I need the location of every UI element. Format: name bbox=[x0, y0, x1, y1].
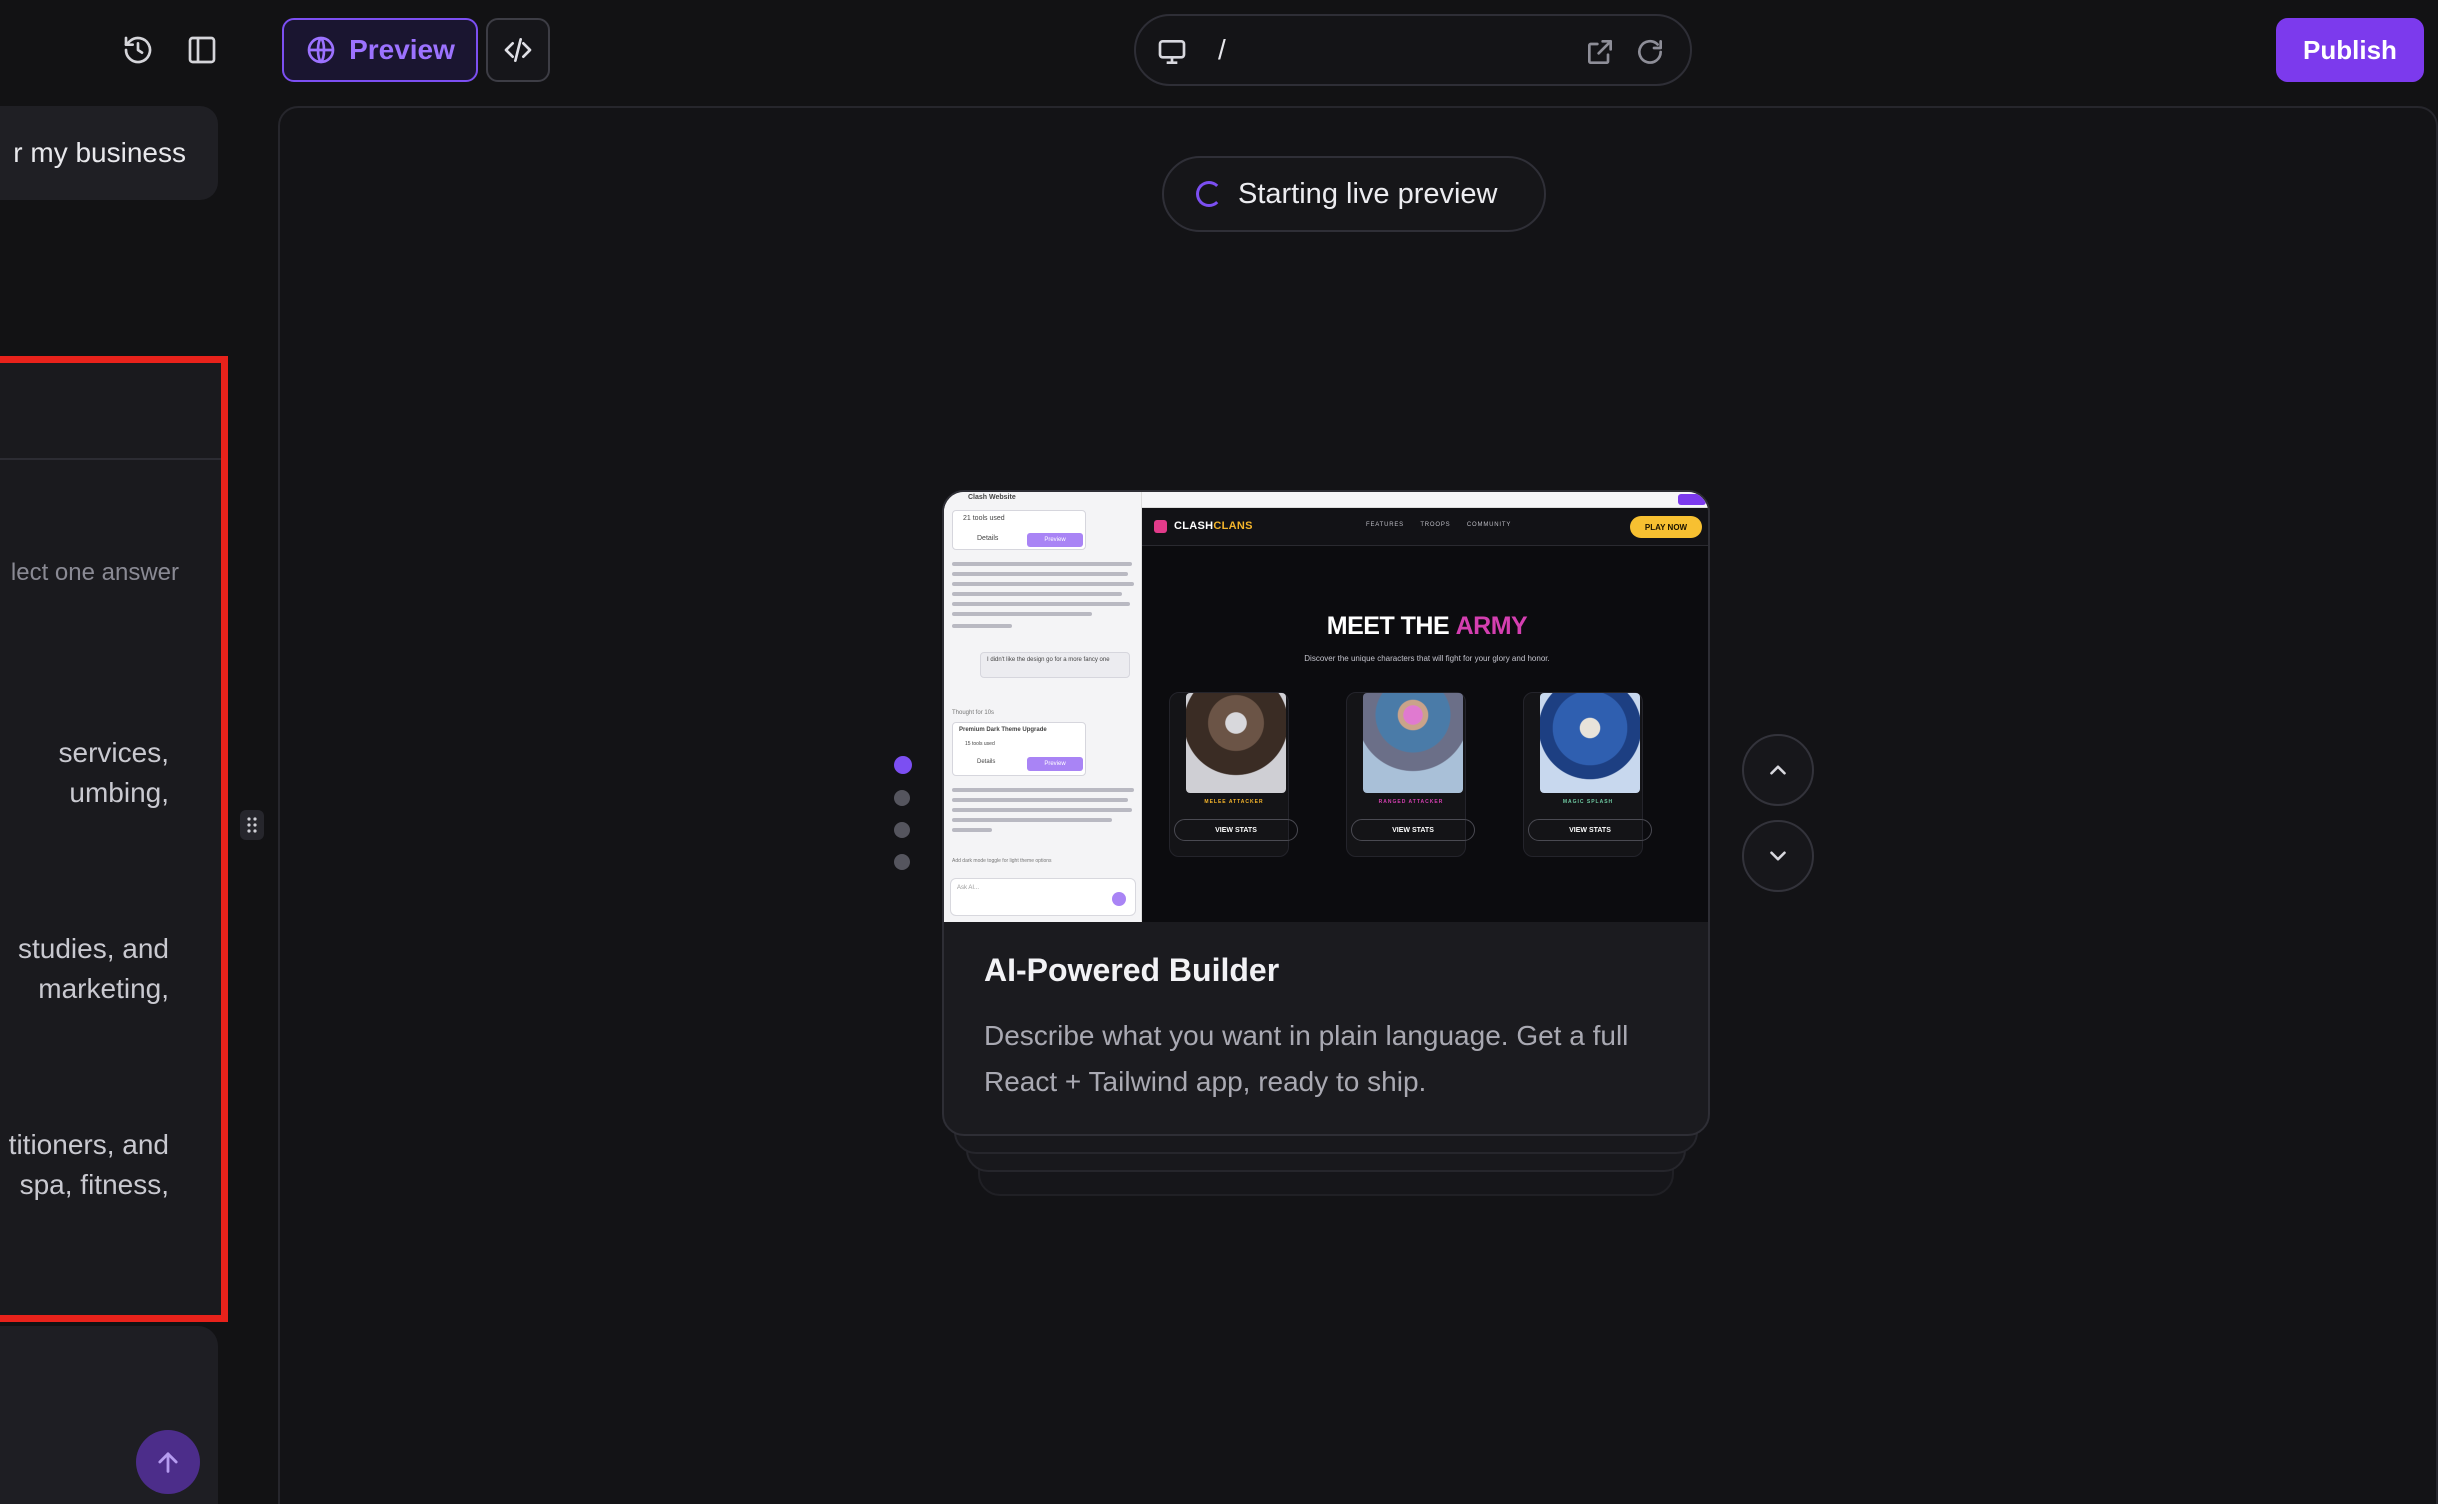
send-button[interactable] bbox=[136, 1430, 200, 1494]
question-card-highlighted: lect one answer services, umbing, studie… bbox=[0, 356, 228, 1322]
user-message-bubble: r my business bbox=[0, 106, 218, 200]
panel-resize-handle[interactable] bbox=[240, 810, 264, 840]
character-name: MAGIC SPLASH bbox=[1562, 799, 1614, 805]
next-slide-button[interactable] bbox=[1742, 820, 1814, 892]
view-stats-button: VIEW STATS bbox=[1528, 819, 1652, 841]
feature-card: Clash Website 21 tools used Details Prev… bbox=[942, 490, 1710, 1136]
screenshot-publish bbox=[1678, 494, 1706, 505]
globe-icon bbox=[307, 36, 335, 64]
character-name: MELEE ATTACKER bbox=[1204, 799, 1264, 805]
site-nav-links: FEATURES TROOPS COMMUNITY bbox=[1366, 522, 1512, 528]
screenshot-chat-sidebar: Clash Website 21 tools used Details Prev… bbox=[944, 492, 1142, 922]
screenshot-tools-card: 21 tools used Details Preview bbox=[952, 510, 1086, 550]
screenshot-send-icon bbox=[1112, 892, 1126, 906]
answer-option[interactable]: studies, and marketing, bbox=[18, 929, 169, 1009]
magic-character-image bbox=[1540, 693, 1640, 793]
chevron-down-icon bbox=[1770, 851, 1786, 861]
site-hero-title: MEET THE ARMY bbox=[1326, 612, 1528, 640]
site-brand: CLASHCLANS bbox=[1174, 520, 1253, 532]
screenshot-user-reply-text: I didn't like the design go for a more f… bbox=[987, 657, 1110, 663]
screenshot-sidebar-title: Clash Website bbox=[968, 494, 1016, 501]
site-character-card: MELEE ATTACKER VIEW STATS bbox=[1169, 692, 1298, 857]
preview-status-pill: Starting live preview bbox=[1162, 156, 1546, 232]
slide-indicator bbox=[894, 756, 912, 886]
melee-character-image bbox=[1186, 693, 1286, 793]
screenshot-tools-used: 21 tools used bbox=[963, 515, 1005, 522]
answer-option[interactable]: services, umbing, bbox=[59, 733, 169, 813]
screenshot-user-reply: I didn't like the design go for a more f… bbox=[980, 652, 1130, 678]
screenshot-upgrade-card: Premium Dark Theme Upgrade 15 tools used… bbox=[952, 722, 1086, 776]
slide-dot[interactable] bbox=[894, 854, 910, 870]
slide-dot[interactable] bbox=[894, 822, 910, 838]
screenshot-browser-bar bbox=[1142, 492, 1708, 508]
publish-button[interactable]: Publish bbox=[2276, 18, 2424, 82]
question-hint: lect one answer bbox=[10, 559, 179, 586]
screenshot-ask-placeholder: Ask AI... bbox=[957, 885, 980, 891]
character-name: RANGED ATTACKER bbox=[1378, 799, 1444, 805]
screenshot-chip-1: Add dark mode toggle for light theme opt… bbox=[952, 858, 1052, 864]
feature-card-description: Describe what you want in plain language… bbox=[984, 1020, 1629, 1097]
preview-button-label: Preview bbox=[349, 34, 455, 65]
site-character-card: MAGIC SPLASH VIEW STATS bbox=[1523, 692, 1652, 857]
arrow-up-icon bbox=[158, 1452, 178, 1473]
question-card-header bbox=[0, 363, 221, 460]
screenshot-upgrade-tools: 15 tools used bbox=[965, 741, 995, 747]
top-toolbar: Preview / Publish bbox=[0, 0, 2438, 100]
screenshot-details-label: Details bbox=[977, 535, 999, 542]
feature-screenshot: Clash Website 21 tools used Details Prev… bbox=[944, 492, 1708, 922]
screenshot-thought: Thought for 10s bbox=[952, 710, 995, 716]
screenshot-upgrade-title: Premium Dark Theme Upgrade bbox=[959, 727, 1047, 733]
view-stats-button: VIEW STATS bbox=[1351, 819, 1475, 841]
external-link-icon[interactable] bbox=[1584, 36, 1616, 68]
preview-status-text: Starting live preview bbox=[1238, 177, 1498, 210]
slide-dot[interactable] bbox=[894, 756, 912, 774]
monitor-icon[interactable] bbox=[1156, 36, 1188, 68]
feature-card-body: AI-Powered Builder Describe what you wan… bbox=[984, 952, 1674, 1105]
user-message-text: r my business bbox=[13, 137, 186, 168]
site-play-button: PLAY NOW bbox=[1630, 516, 1702, 538]
feature-card-title: AI-Powered Builder bbox=[984, 952, 1280, 988]
site-logo-icon bbox=[1154, 520, 1167, 533]
code-icon bbox=[504, 38, 532, 62]
chevron-up-icon bbox=[1770, 765, 1786, 775]
site-character-card: RANGED ATTACKER VIEW STATS bbox=[1346, 692, 1475, 857]
ranged-character-image bbox=[1363, 693, 1463, 793]
history-icon[interactable] bbox=[114, 26, 162, 74]
grip-icon bbox=[247, 817, 257, 833]
reload-icon[interactable] bbox=[1634, 36, 1666, 68]
url-path[interactable]: / bbox=[1218, 34, 1226, 66]
code-view-button[interactable] bbox=[486, 18, 550, 82]
screenshot-site-nav: CLASHCLANS FEATURES TROOPS COMMUNITY PLA… bbox=[1142, 508, 1708, 546]
view-stats-button: VIEW STATS bbox=[1174, 819, 1298, 841]
loading-spinner-icon bbox=[1196, 181, 1222, 207]
answer-option[interactable]: titioners, and spa, fitness, bbox=[9, 1125, 169, 1205]
slide-dot[interactable] bbox=[894, 790, 910, 806]
screenshot-upgrade-details: Details bbox=[977, 759, 996, 765]
screenshot-preview-label: Preview bbox=[1027, 533, 1083, 547]
url-bar[interactable]: / bbox=[1134, 14, 1692, 86]
previous-slide-button[interactable] bbox=[1742, 734, 1814, 806]
screenshot-ask-box: Ask AI... bbox=[950, 878, 1136, 916]
preview-button[interactable]: Preview bbox=[282, 18, 478, 82]
site-hero-subtitle: Discover the unique characters that will… bbox=[1304, 654, 1550, 663]
sidebar-toggle-icon[interactable] bbox=[178, 26, 226, 74]
screenshot-upgrade-preview: Preview bbox=[1027, 757, 1083, 771]
